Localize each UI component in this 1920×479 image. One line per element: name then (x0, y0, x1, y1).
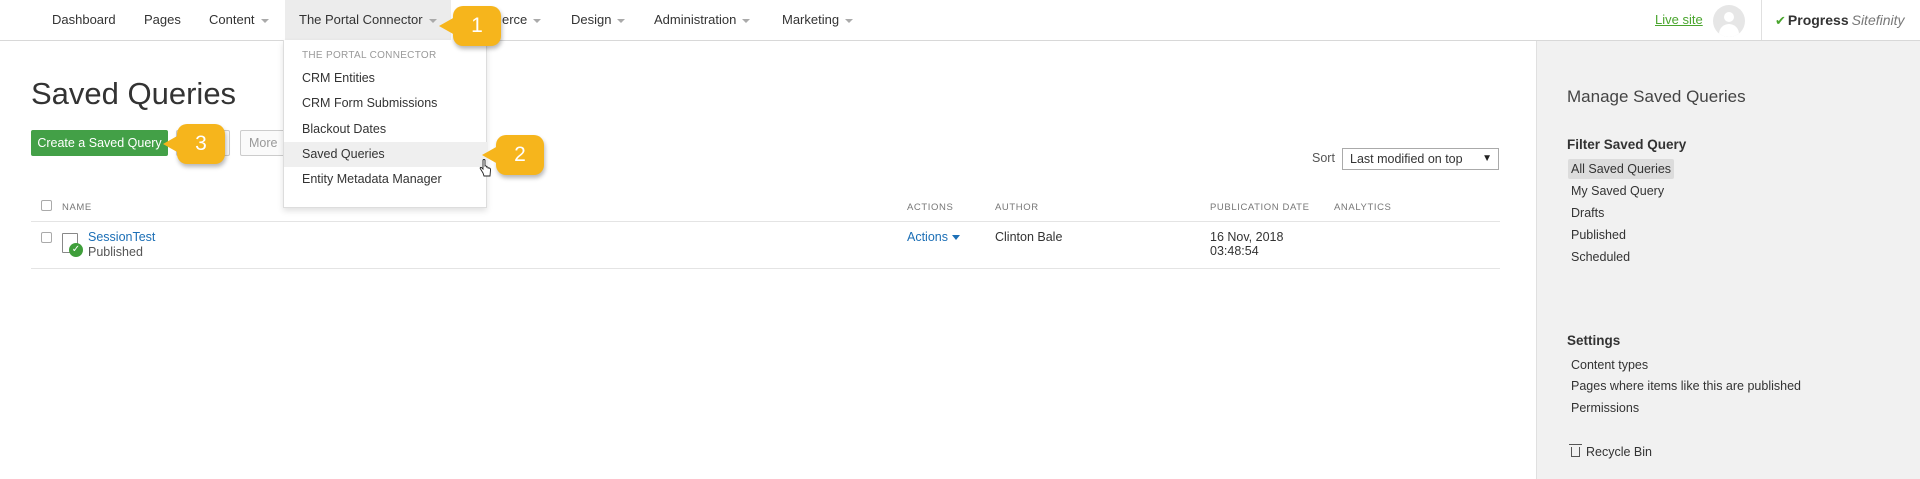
user-avatar[interactable] (1713, 5, 1745, 37)
column-header-author: AUTHOR (995, 202, 1039, 213)
more-button-label: More (249, 136, 278, 150)
nav-dashboard[interactable]: Dashboard (52, 0, 116, 40)
dropdown-arrow-icon: ▼ (1482, 153, 1492, 164)
sort-selected-value: Last modified on top (1350, 152, 1463, 166)
item-title-link[interactable]: SessionTest (88, 230, 155, 244)
recycle-bin-link[interactable]: Recycle Bin (1568, 442, 1655, 462)
brand-product: Sitefinity (1851, 12, 1905, 28)
brand-name: Progress (1787, 12, 1849, 28)
table-row: ✓ SessionTest Published Actions Clinton … (31, 222, 1500, 269)
sort-select[interactable]: Last modified on top ▼ (1342, 148, 1499, 170)
chevron-down-icon (742, 18, 751, 23)
sort-label: Sort (1312, 151, 1335, 165)
chevron-down-icon (845, 18, 854, 23)
menu-item-crm-form-submissions[interactable]: CRM Form Submissions (284, 91, 488, 116)
nav-label: erce (502, 12, 528, 27)
progress-logo-icon: ✔ (1775, 13, 1786, 28)
sidebar: Manage Saved Queries Filter Saved Query … (1536, 41, 1920, 479)
header-divider (1761, 0, 1762, 40)
sidebar-title: Manage Saved Queries (1567, 87, 1746, 106)
nav-design[interactable]: Design (571, 0, 626, 40)
filter-heading: Filter Saved Query (1567, 137, 1687, 152)
nav-the-portal-connector[interactable]: The Portal Connector (285, 0, 451, 40)
dropdown-header: THE PORTAL CONNECTOR (302, 50, 437, 61)
settings-heading: Settings (1567, 333, 1621, 348)
publication-date-cell: 16 Nov, 2018 (1210, 230, 1284, 244)
live-site-link[interactable]: Live site (1655, 0, 1703, 40)
nav-label: Pages (144, 12, 181, 27)
create-saved-query-button[interactable]: Create a Saved Query (31, 130, 168, 156)
trash-icon (1569, 444, 1582, 457)
menu-item-blackout-dates[interactable]: Blackout Dates (284, 117, 488, 142)
top-navigation-bar: Dashboard Pages Content The Portal Conne… (0, 0, 1920, 41)
page-title: Saved Queries (31, 76, 237, 111)
user-icon-head (1724, 12, 1734, 22)
chevron-down-icon (533, 18, 542, 23)
nav-administration[interactable]: Administration (654, 0, 751, 40)
filter-drafts[interactable]: Drafts (1568, 203, 1607, 223)
filter-scheduled[interactable]: Scheduled (1568, 247, 1633, 267)
nav-label: Administration (654, 12, 737, 27)
settings-permissions[interactable]: Permissions (1568, 398, 1642, 418)
table-header: NAME ACTIONS AUTHOR PUBLICATION DATE ANA… (31, 194, 1500, 222)
nav-label: Dashboard (52, 12, 116, 27)
brand-logo: ✔ Progress Sitefinity (1775, 0, 1905, 40)
author-cell: Clinton Bale (995, 230, 1063, 244)
nav-content[interactable]: Content (209, 0, 269, 40)
nav-label: Content (209, 12, 255, 27)
nav-ecommerce[interactable]: erce (502, 0, 542, 40)
chevron-down-icon (260, 18, 269, 23)
user-icon-body (1719, 24, 1739, 37)
portal-connector-dropdown: THE PORTAL CONNECTOR CRM Entities CRM Fo… (283, 40, 488, 208)
filter-all-saved-queries[interactable]: All Saved Queries (1568, 159, 1675, 179)
callout-step-1: 1 (439, 6, 501, 46)
callout-step-2: 2 (482, 135, 544, 175)
chevron-down-icon (617, 18, 626, 23)
nav-label: Design (571, 12, 612, 27)
column-header-analytics: ANALYTICS (1334, 202, 1392, 213)
actions-label: Actions (907, 230, 948, 244)
row-checkbox[interactable] (41, 232, 52, 243)
menu-item-crm-entities[interactable]: CRM Entities (284, 66, 488, 91)
chevron-down-icon (428, 18, 437, 23)
menu-item-entity-metadata-manager[interactable]: Entity Metadata Manager (284, 167, 488, 192)
recycle-bin-label: Recycle Bin (1586, 445, 1652, 459)
chevron-down-icon (952, 235, 960, 241)
check-icon: ✓ (69, 243, 83, 257)
published-document-icon: ✓ (62, 233, 83, 257)
menu-item-saved-queries[interactable]: Saved Queries (284, 142, 488, 167)
column-header-actions: ACTIONS (907, 202, 954, 213)
callout-step-3: 3 (163, 124, 225, 164)
settings-pages-published[interactable]: Pages where items like this are publishe… (1568, 376, 1804, 396)
publication-time-cell: 03:48:54 (1210, 244, 1259, 258)
settings-content-types[interactable]: Content types (1568, 355, 1651, 375)
row-actions-menu[interactable]: Actions (907, 230, 960, 244)
nav-pages[interactable]: Pages (144, 0, 181, 40)
nav-label: Marketing (782, 12, 840, 27)
item-status: Published (88, 245, 143, 259)
column-header-name: NAME (62, 202, 92, 213)
filter-my-saved-query[interactable]: My Saved Query (1568, 181, 1667, 201)
column-header-publication-date: PUBLICATION DATE (1210, 202, 1310, 213)
filter-published[interactable]: Published (1568, 225, 1629, 245)
select-all-checkbox[interactable] (41, 200, 52, 211)
nav-label: The Portal Connector (299, 12, 423, 27)
nav-marketing[interactable]: Marketing (782, 0, 854, 40)
